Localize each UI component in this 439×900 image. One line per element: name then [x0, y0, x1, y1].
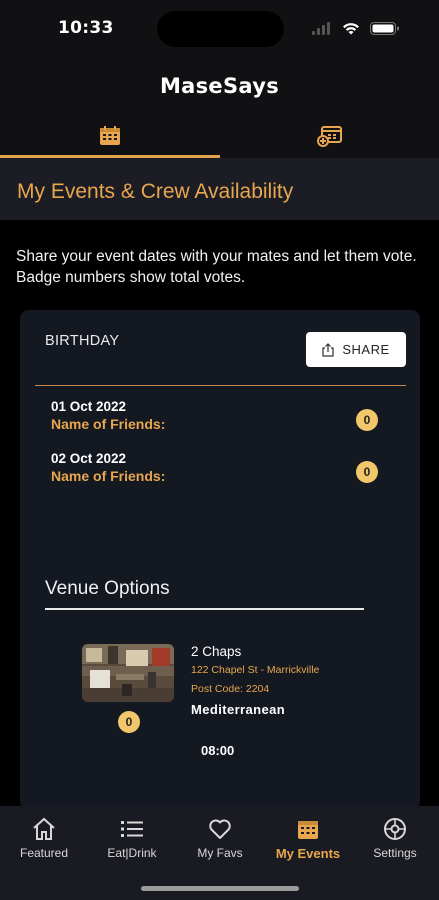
- app-header: MaseSays: [0, 58, 439, 114]
- event-name: BIRTHDAY: [45, 333, 120, 349]
- date-text: 02 Oct 2022: [51, 451, 127, 466]
- date-option[interactable]: 01 Oct 2022 Name of Friends: 0: [51, 399, 381, 435]
- share-button[interactable]: SHARE: [306, 332, 406, 367]
- nav-settings[interactable]: Settings: [351, 816, 439, 868]
- dynamic-island: [157, 11, 284, 47]
- signal-icon: [312, 22, 330, 35]
- status-time: 10:33: [58, 18, 114, 38]
- vote-badge: 0: [356, 461, 378, 483]
- venue-photo[interactable]: [82, 644, 174, 702]
- share-button-label: SHARE: [342, 342, 390, 357]
- home-icon: [33, 817, 55, 840]
- section-header: My Events & Crew Availability: [0, 158, 439, 220]
- battery-icon: [370, 22, 399, 35]
- calendar-icon: [298, 821, 318, 839]
- nav-label: Eat|Drink: [107, 846, 157, 860]
- nav-featured[interactable]: Featured: [0, 816, 88, 868]
- venue-address: 122 Chapel St - Marrickville: [191, 664, 320, 676]
- nav-label: My Favs: [197, 846, 243, 860]
- friends-label: Name of Friends:: [51, 468, 166, 484]
- venue-vote-badge[interactable]: 0: [118, 711, 140, 733]
- vote-badge: 0: [356, 409, 378, 431]
- nav-my-events[interactable]: My Events: [264, 816, 352, 868]
- list-icon: [121, 821, 143, 837]
- card-divider: [35, 385, 406, 386]
- venue-postcode: Post Code: 2204: [191, 683, 270, 695]
- heart-icon: [209, 819, 231, 839]
- friends-label: Name of Friends:: [51, 416, 166, 432]
- venue-photo-image: [82, 644, 174, 702]
- gear-icon: [384, 818, 406, 840]
- date-text: 01 Oct 2022: [51, 399, 127, 414]
- venue-time: 08:00: [201, 743, 235, 758]
- venue-name: 2 Chaps: [191, 644, 242, 659]
- nav-my-favs[interactable]: My Favs: [176, 816, 264, 868]
- event-card: BIRTHDAY SHARE 01 Oct 2022 Name of Frien…: [20, 310, 420, 810]
- nav-label: Settings: [373, 846, 417, 860]
- share-icon: [322, 342, 334, 357]
- status-icons: [312, 22, 399, 35]
- calendar-add-icon: [316, 126, 342, 147]
- nav-label: My Events: [275, 846, 341, 861]
- calendar-icon: [99, 126, 120, 145]
- intro-text: Share your event dates with your mates a…: [16, 248, 417, 286]
- top-tabs: [0, 114, 439, 158]
- home-indicator: [141, 886, 299, 891]
- venue-divider: [45, 608, 364, 610]
- date-option[interactable]: 02 Oct 2022 Name of Friends: 0: [51, 451, 381, 487]
- section-title: My Events & Crew Availability: [17, 180, 294, 203]
- venue-options-title: Venue Options: [45, 578, 170, 599]
- wifi-icon: [343, 23, 359, 35]
- nav-label: Featured: [19, 846, 69, 860]
- status-bar: 10:33: [0, 0, 439, 58]
- tab-my-events[interactable]: [0, 114, 219, 158]
- venue-cuisine: Mediterranean: [191, 702, 286, 717]
- tab-add-event[interactable]: [220, 114, 439, 158]
- nav-eat-drink[interactable]: Eat|Drink: [88, 816, 176, 868]
- app-title: MaseSays: [159, 74, 280, 98]
